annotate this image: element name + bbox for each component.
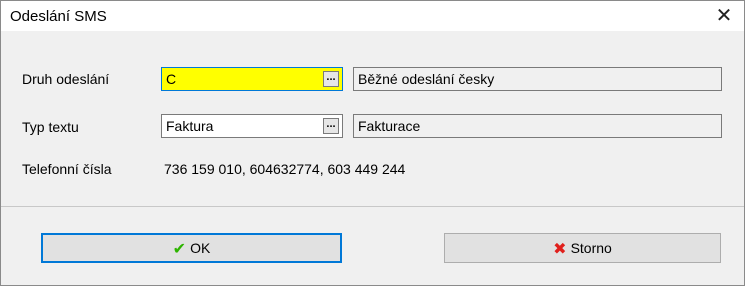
title-bar: Odeslání SMS ✕: [1, 1, 744, 31]
close-icon[interactable]: ✕: [704, 1, 744, 31]
telefonni-cisla-label: Telefonní čísla: [22, 161, 112, 177]
druh-odeslani-description: Běžné odeslání česky: [353, 67, 722, 91]
druh-odeslani-input[interactable]: [162, 68, 314, 90]
typ-textu-field[interactable]: ...: [161, 114, 343, 138]
storno-button[interactable]: ✖ Storno: [444, 233, 721, 263]
druh-odeslani-browse-button[interactable]: ...: [323, 71, 339, 87]
check-icon: ✔: [172, 241, 187, 258]
ok-button-label: OK: [190, 240, 211, 256]
sms-dialog: Odeslání SMS ✕ Druh odeslání ... Běžné o…: [0, 0, 745, 286]
typ-textu-label: Typ textu: [22, 119, 79, 135]
druh-odeslani-label: Druh odeslání: [22, 71, 110, 87]
typ-textu-browse-button[interactable]: ...: [323, 118, 339, 134]
window-title: Odeslání SMS: [10, 8, 107, 25]
divider: [1, 206, 744, 207]
typ-textu-description: Fakturace: [353, 114, 722, 138]
storno-button-label: Storno: [570, 240, 612, 256]
telefonni-cisla-value: 736 159 010, 604632774, 603 449 244: [164, 161, 406, 177]
typ-textu-input[interactable]: [162, 115, 314, 137]
cross-icon: ✖: [553, 241, 567, 258]
ok-button[interactable]: ✔ OK: [41, 233, 342, 263]
druh-odeslani-field[interactable]: ...: [161, 67, 343, 91]
